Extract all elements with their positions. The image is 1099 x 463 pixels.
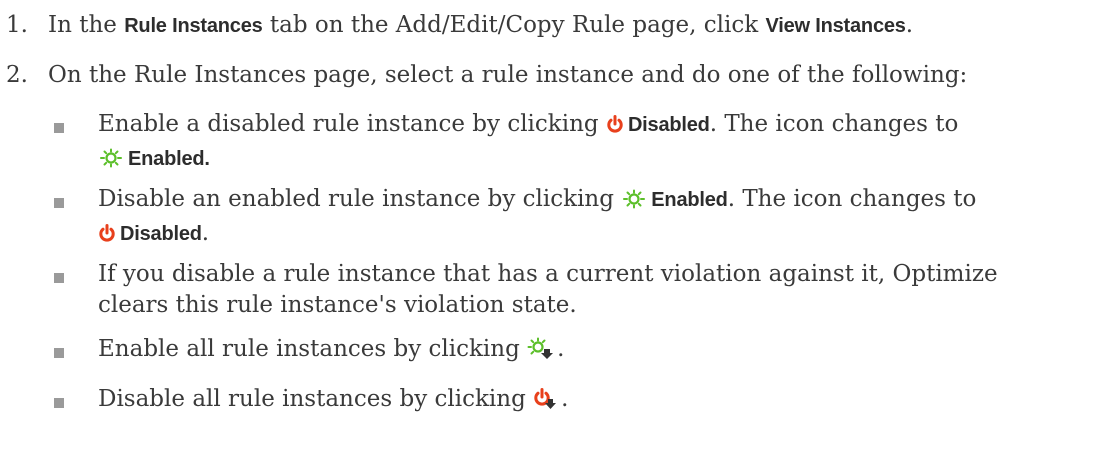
text-part: Disable all rule instances by clicking [98,386,534,412]
light-enabled-icon [98,146,124,177]
ui-label-disabled: Disabled [627,114,710,136]
power-disabled-icon [606,112,624,143]
step-number: 2. [6,62,28,88]
bullet-marker [54,398,64,408]
text-part: . The icon changes to [709,111,959,137]
list-item-text: Disable an enabled rule instance by clic… [98,184,1088,252]
step-text: In the Rule Instances tab on the Add/Edi… [48,10,913,42]
list-item-text: Enable a disabled rule instance by click… [98,109,1088,177]
light-enabled-icon [621,187,647,218]
bullet-marker [54,198,64,208]
bullet-marker [54,123,64,133]
ui-label-rule-instances-tab: Rule Instances [124,15,263,37]
document: 1. In the Rule Instances tab on the Add/… [0,0,1099,463]
text-part: . [561,386,569,412]
ui-label-disabled: Disabled [120,223,202,245]
text-line: If you disable a rule instance that has … [98,261,998,287]
text-part: . The icon changes to [727,186,977,212]
ui-label-enabled: Enabled. [128,148,210,170]
list-item-text: If you disable a rule instance that has … [98,259,1088,321]
list-item-text: Disable all rule instances by clicking . [98,384,1088,418]
list-item-text: Enable all rule instances by clicking . [98,334,1088,368]
text-part: Enable all rule instances by clicking [98,336,528,362]
step-text-part: tab on the Add/Edit/Copy Rule page, clic… [262,12,766,38]
text-line: clears this rule instance's violation st… [98,292,577,318]
step-text-part: . [905,12,914,38]
bullet-marker [54,348,64,358]
text-part: Disable an enabled rule instance by clic… [98,186,622,212]
step-number: 1. [6,12,28,38]
text-part: Enable a disabled rule instance by click… [98,111,606,137]
step-text: On the Rule Instances page, select a rul… [48,62,968,88]
ui-label-enabled: Enabled [651,189,728,211]
text-part: . [557,336,565,362]
power-disabled-icon [98,221,116,252]
ui-label-view-instances: View Instances [765,15,906,37]
step-text-part: In the [48,12,125,38]
disable-all-icon [533,387,557,418]
enable-all-icon [527,337,554,368]
text-part: . [201,220,210,246]
bullet-marker [54,273,64,283]
